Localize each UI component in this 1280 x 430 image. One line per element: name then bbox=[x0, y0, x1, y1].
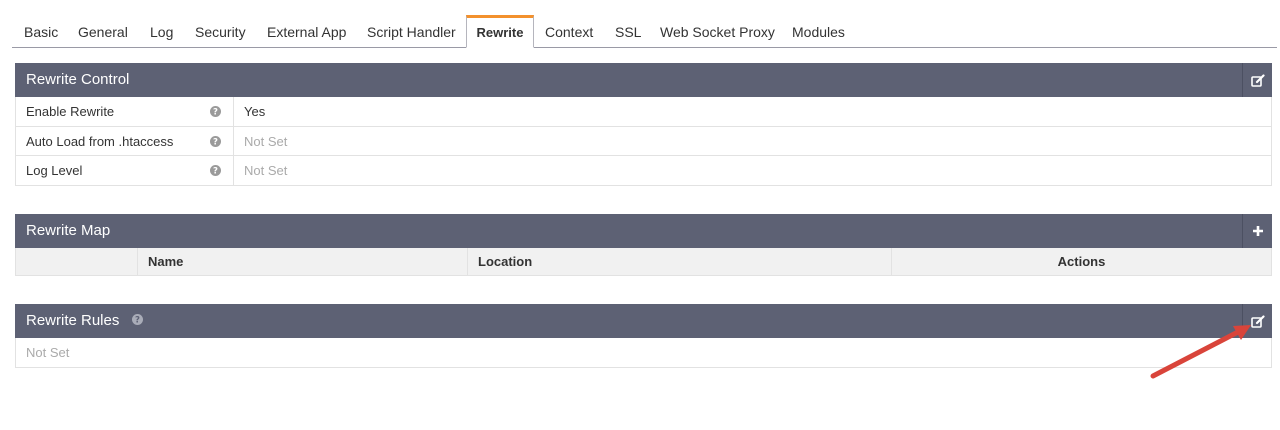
help-icon[interactable]: ? bbox=[210, 165, 221, 176]
tab-bar: Basic General Log Security External App … bbox=[12, 15, 1277, 48]
setting-value: Not Set bbox=[244, 163, 288, 178]
setting-label: Enable Rewrite bbox=[26, 104, 115, 119]
svg-text:?: ? bbox=[213, 108, 218, 117]
rewrite-rules-panel: Rewrite Rules ? Not Set bbox=[15, 304, 1272, 368]
tab-security[interactable]: Security bbox=[195, 16, 246, 48]
rewrite-control-header: Rewrite Control bbox=[15, 63, 1272, 97]
rewrite-control-title: Rewrite Control bbox=[26, 71, 130, 88]
setting-label: Log Level bbox=[26, 163, 83, 178]
tab-script-handler[interactable]: Script Handler bbox=[367, 16, 456, 48]
svg-text:?: ? bbox=[213, 137, 218, 146]
help-icon[interactable]: ? bbox=[210, 106, 221, 117]
setting-row-auto-load-htaccess: Auto Load from .htaccess ? Not Set bbox=[15, 126, 1272, 156]
rewrite-rules-header: Rewrite Rules ? bbox=[15, 304, 1272, 338]
rewrite-control-edit-button[interactable] bbox=[1242, 63, 1272, 97]
rewrite-rules-value: Not Set bbox=[15, 338, 1272, 368]
help-icon[interactable]: ? bbox=[131, 314, 143, 326]
plus-icon bbox=[1252, 226, 1263, 236]
setting-row-enable-rewrite: Enable Rewrite ? Yes bbox=[15, 97, 1272, 127]
help-icon[interactable]: ? bbox=[210, 135, 221, 147]
svg-text:?: ? bbox=[213, 167, 218, 176]
svg-text:?: ? bbox=[135, 316, 140, 325]
setting-value: Yes bbox=[244, 104, 266, 119]
rewrite-map-header: Rewrite Map bbox=[15, 214, 1272, 248]
tab-basic[interactable]: Basic bbox=[24, 16, 58, 48]
tab-general[interactable]: General bbox=[78, 16, 128, 48]
edit-icon bbox=[1250, 314, 1265, 328]
edit-icon bbox=[1250, 73, 1265, 87]
rewrite-map-title: Rewrite Map bbox=[26, 222, 111, 239]
tab-rewrite[interactable]: Rewrite bbox=[466, 15, 534, 48]
column-header-location: Location bbox=[468, 248, 892, 275]
tab-log[interactable]: Log bbox=[150, 16, 173, 48]
setting-value: Not Set bbox=[244, 133, 288, 149]
setting-label: Auto Load from .htaccess bbox=[26, 133, 174, 149]
rewrite-rules-title: Rewrite Rules bbox=[26, 312, 120, 329]
setting-row-log-level: Log Level ? Not Set bbox=[15, 156, 1272, 186]
rewrite-map-add-button[interactable] bbox=[1242, 214, 1272, 248]
tab-external-app[interactable]: External App bbox=[267, 16, 346, 48]
tab-modules[interactable]: Modules bbox=[792, 16, 845, 48]
rewrite-map-table-header: Name Location Actions bbox=[15, 248, 1272, 276]
rewrite-control-panel: Rewrite Control Enable Rewrite ? Yes Aut… bbox=[15, 63, 1272, 186]
rewrite-rules-edit-button[interactable] bbox=[1242, 304, 1272, 338]
tab-context[interactable]: Context bbox=[545, 16, 593, 48]
tab-ssl[interactable]: SSL bbox=[615, 16, 641, 48]
tab-web-socket-proxy[interactable]: Web Socket Proxy bbox=[660, 16, 775, 48]
column-header-actions: Actions bbox=[1057, 254, 1106, 269]
column-header-name: Name bbox=[138, 248, 468, 275]
rewrite-map-panel: Rewrite Map Name Location Actions bbox=[15, 214, 1272, 276]
